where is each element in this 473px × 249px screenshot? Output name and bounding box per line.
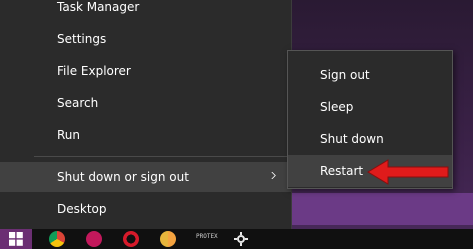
menu-item-task-manager[interactable]: Task Manager xyxy=(0,0,291,22)
chrome-icon[interactable] xyxy=(49,231,65,247)
quick-link-menu: Task Manager Settings File Explorer Sear… xyxy=(0,0,292,229)
submenu-item-shut-down[interactable]: Shut down xyxy=(288,123,452,155)
menu-item-label: Search xyxy=(57,96,99,110)
menu-item-label: Task Manager xyxy=(57,0,140,14)
menu-item-label: Settings xyxy=(57,32,107,46)
menu-item-desktop[interactable]: Desktop xyxy=(0,194,291,224)
gear-icon[interactable] xyxy=(234,232,248,246)
menu-item-label: Run xyxy=(57,128,81,142)
submenu-item-sleep[interactable]: Sleep xyxy=(288,91,452,123)
taskbar: PROTEX xyxy=(0,229,473,249)
taskbar-app-label[interactable]: PROTEX xyxy=(196,233,218,240)
start-button[interactable] xyxy=(0,229,32,249)
menu-item-shut-down-or-sign-out[interactable]: Shut down or sign out xyxy=(0,162,291,192)
menu-item-label: File Explorer xyxy=(57,64,131,78)
menu-item-settings[interactable]: Settings xyxy=(0,24,291,54)
submenu-item-label: Shut down xyxy=(320,132,384,146)
red-arrow-annotation xyxy=(367,159,449,185)
chevron-right-icon xyxy=(271,172,276,179)
submenu-item-label: Sleep xyxy=(320,100,354,114)
opera-icon[interactable] xyxy=(123,231,139,247)
menu-item-label: Shut down or sign out xyxy=(57,170,189,184)
menu-item-run[interactable]: Run xyxy=(0,120,291,150)
chrome-canary-icon[interactable] xyxy=(160,231,176,247)
screenshot-stage: Task Manager Settings File Explorer Sear… xyxy=(0,0,473,249)
browser-icon[interactable] xyxy=(86,231,102,247)
menu-divider xyxy=(34,156,289,157)
menu-item-label: Desktop xyxy=(57,202,107,216)
menu-item-file-explorer[interactable]: File Explorer xyxy=(0,56,291,86)
submenu-item-label: Restart xyxy=(320,164,364,178)
submenu-item-label: Sign out xyxy=(320,68,370,82)
menu-item-search[interactable]: Search xyxy=(0,88,291,118)
desktop-window-strip xyxy=(291,193,473,225)
windows-logo-icon xyxy=(9,232,23,246)
submenu-item-sign-out[interactable]: Sign out xyxy=(288,59,452,91)
